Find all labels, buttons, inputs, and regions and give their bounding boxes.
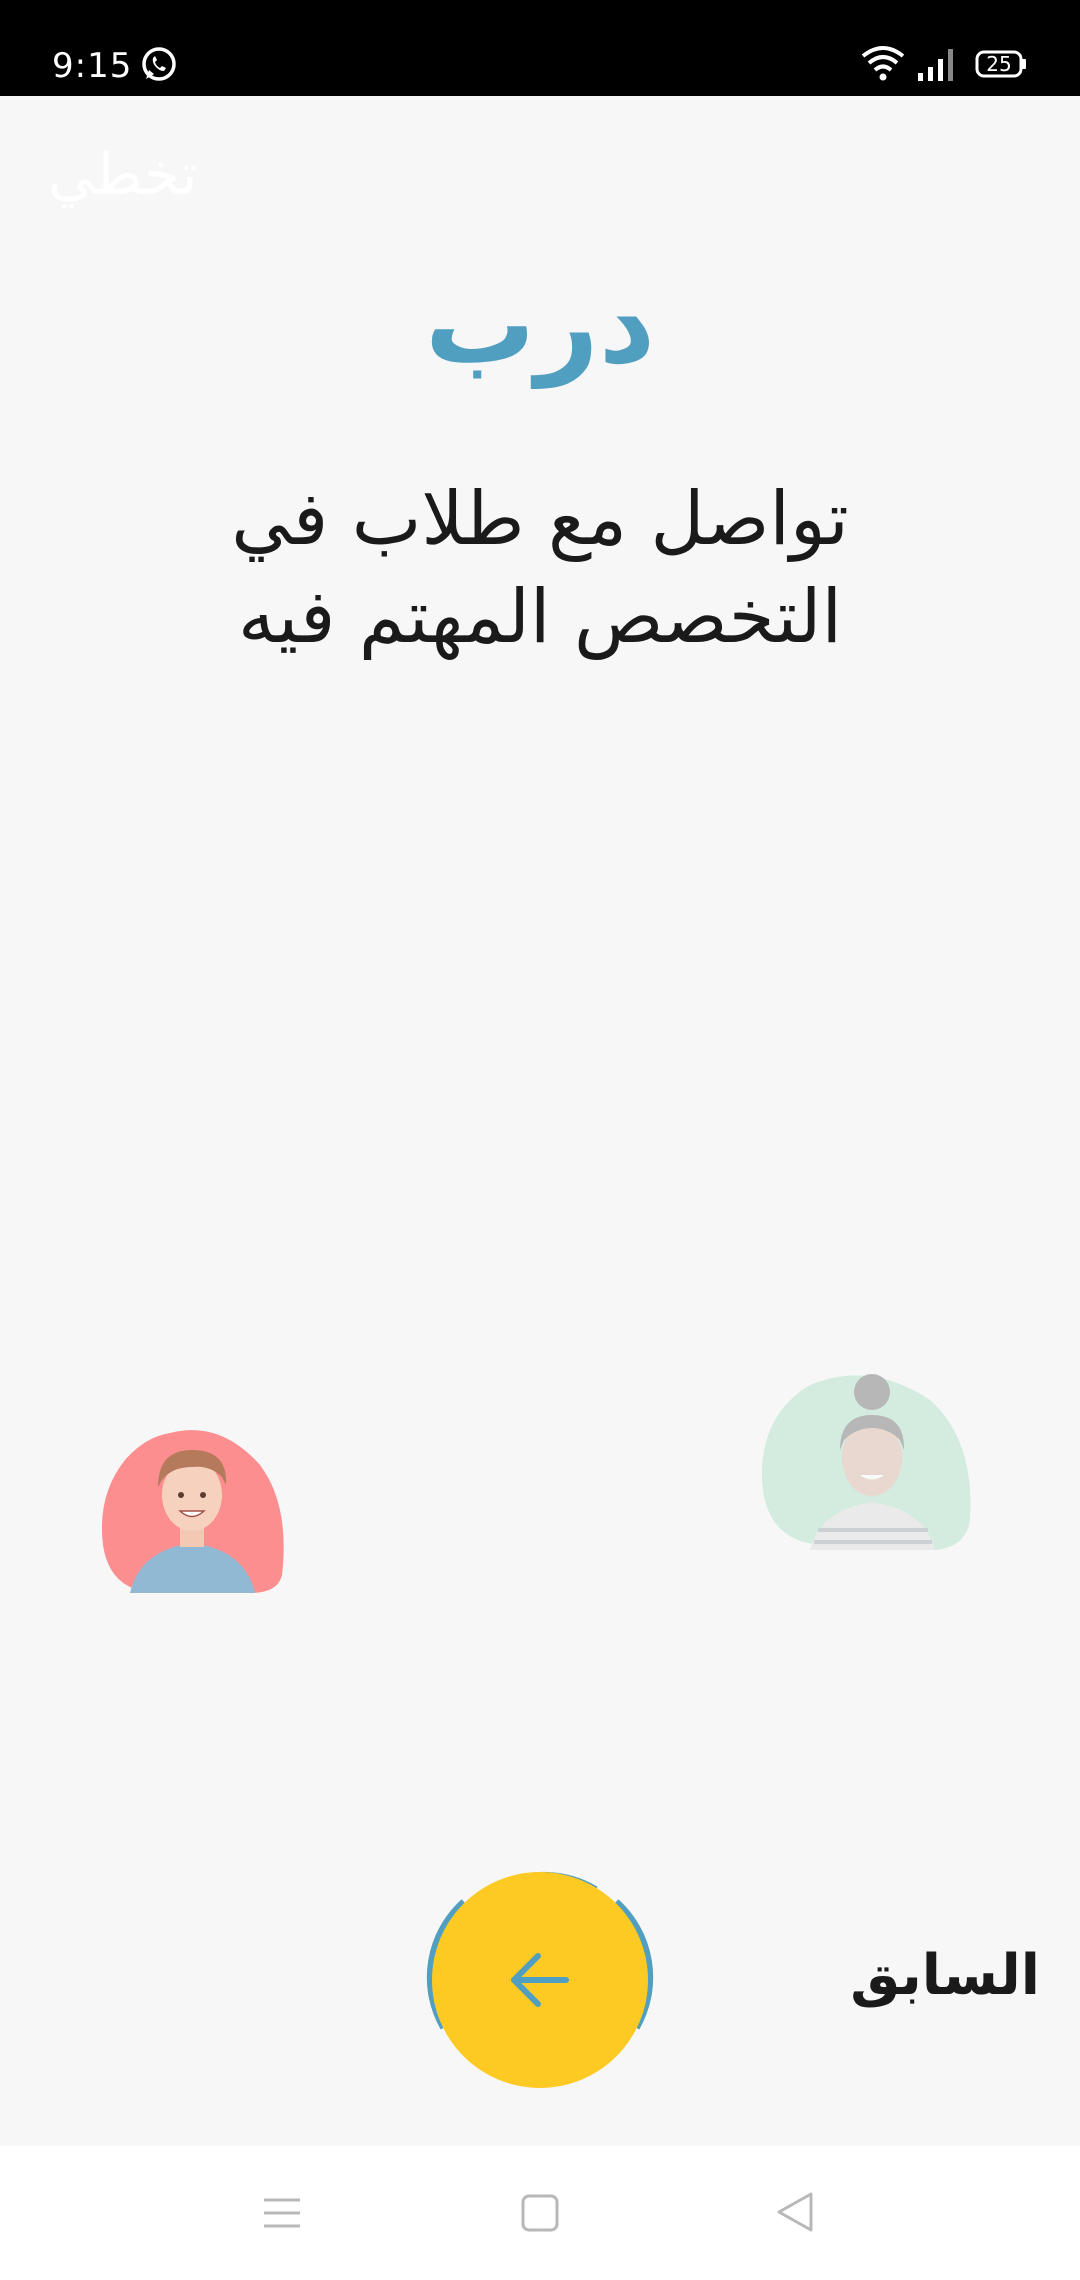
whatsapp-icon bbox=[142, 47, 176, 81]
female-avatar bbox=[761, 1374, 971, 1550]
home-icon[interactable] bbox=[520, 2193, 560, 2233]
status-bar: 9:15 25 bbox=[0, 0, 1080, 96]
menu-icon[interactable] bbox=[262, 2195, 302, 2231]
app-title: درب bbox=[424, 260, 656, 388]
next-button[interactable] bbox=[432, 1872, 648, 2088]
back-icon[interactable] bbox=[775, 2190, 815, 2234]
signal-icon bbox=[918, 49, 953, 81]
status-time: 9:15 bbox=[52, 46, 133, 86]
battery-level: 25 bbox=[986, 52, 1012, 76]
wifi-icon bbox=[861, 46, 905, 81]
skip-link[interactable]: تخطي bbox=[48, 140, 198, 208]
subtitle-line-1: تواصل مع طلاب في bbox=[231, 476, 849, 562]
subtitle: تواصل مع طلاب في التخصص المهتم فيه bbox=[140, 470, 940, 666]
subtitle-line-2: التخصص المهتم فيه bbox=[237, 574, 843, 660]
previous-button[interactable]: السابق bbox=[810, 1935, 1040, 2015]
male-avatar bbox=[101, 1430, 284, 1593]
